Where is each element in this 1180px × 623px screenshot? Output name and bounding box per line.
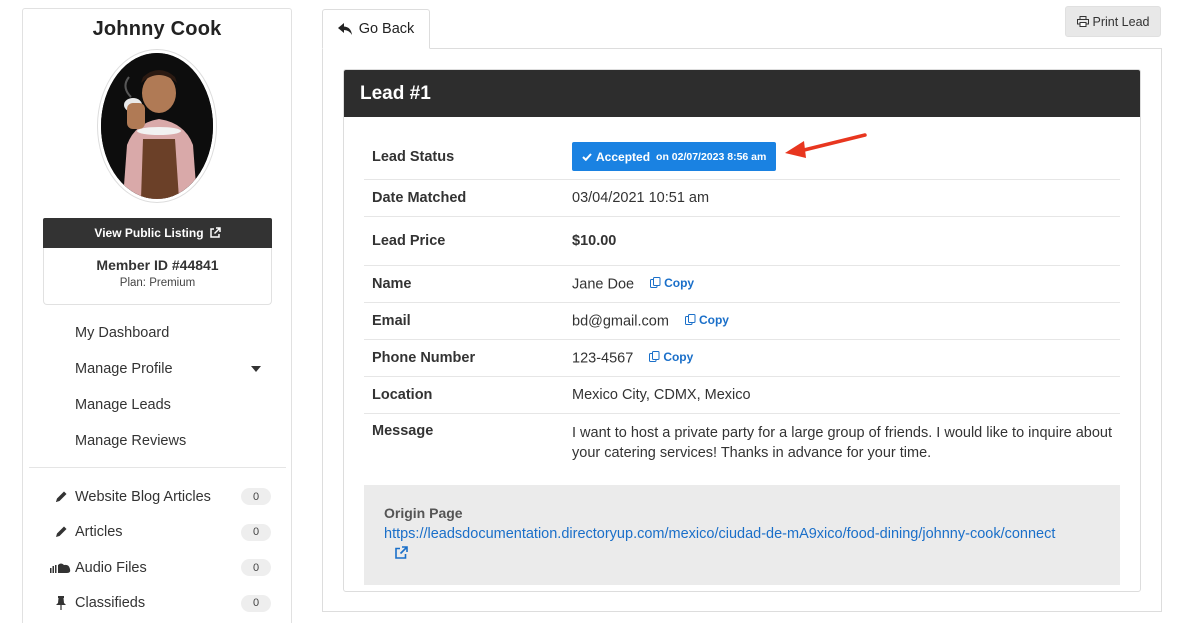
caret-down-icon	[251, 366, 261, 372]
nav-item-label: Website Blog Articles	[75, 488, 211, 505]
lead-card: Lead #1 Lead Status Accepted on 02/07/20…	[343, 69, 1141, 592]
nav-item-label: Manage Profile	[75, 361, 173, 377]
origin-page-box: Origin Page https://leadsdocumentation.d…	[364, 485, 1120, 585]
member-plan: Plan: Premium	[119, 277, 196, 289]
name-row: Name Jane Doe Copy	[364, 266, 1120, 303]
name-value-cell: Jane Doe Copy	[572, 276, 1120, 293]
nav-item-label: Manage Reviews	[75, 433, 187, 449]
nav-item-label: Classifieds	[75, 595, 146, 612]
name-label: Name	[372, 276, 412, 292]
pencil-icon	[47, 524, 75, 540]
go-back-tab[interactable]: Go Back	[322, 9, 430, 49]
email-value-cell: bd@gmail.com Copy	[572, 313, 1120, 330]
date-matched-value: 03/04/2021 10:51 am	[572, 190, 710, 206]
reply-arrow-icon	[337, 23, 352, 35]
copy-email-button[interactable]: Copy	[684, 312, 729, 327]
pencil-icon	[47, 489, 75, 505]
print-lead-button[interactable]: Print Lead	[1065, 6, 1161, 37]
member-sidebar: Johnny Cook View Public Listing Member I…	[22, 8, 292, 623]
annotation-arrow-icon	[785, 133, 867, 158]
nav-divider	[29, 467, 286, 468]
name-value: Jane Doe	[572, 276, 635, 293]
nav-item-manage-profile[interactable]: Manage Profile	[23, 351, 291, 387]
phone-label: Phone Number	[372, 350, 476, 366]
origin-page-url: https://leadsdocumentation.directoryup.c…	[384, 526, 1056, 542]
nav-item-label: Articles	[75, 524, 123, 541]
status-date: on 02/07/2023 8:56 am	[656, 150, 767, 163]
nav-item-label: My Dashboard	[75, 325, 170, 341]
nav-item-classifieds[interactable]: Classifieds 0	[23, 586, 291, 622]
copy-label: Copy	[664, 275, 695, 290]
lead-title: Lead #1	[344, 70, 1140, 117]
lead-price-label: Lead Price	[372, 233, 446, 249]
location-value: Mexico City, CDMX, Mexico	[572, 387, 751, 403]
go-back-label: Go Back	[358, 21, 415, 37]
nav-item-label: Manage Leads	[75, 397, 171, 413]
lead-status-row: Lead Status Accepted on 02/07/2023 8:56 …	[364, 134, 1120, 180]
nav-item-label: Audio Files	[75, 559, 147, 576]
message-label: Message	[372, 423, 434, 439]
message-value: I want to host a private party for a lar…	[572, 425, 1113, 461]
copy-icon	[649, 351, 660, 363]
nav-item-website-blog-articles[interactable]: Website Blog Articles 0	[23, 479, 291, 515]
check-icon	[582, 152, 592, 161]
email-row: Email bd@gmail.com Copy	[364, 303, 1120, 340]
count-badge: 0	[241, 523, 271, 541]
pin-icon	[47, 595, 75, 611]
count-badge: 0	[241, 488, 271, 505]
avatar	[101, 53, 213, 199]
count-badge: 0	[241, 594, 271, 612]
lead-status-label: Lead Status	[372, 148, 455, 165]
accepted-status-badge[interactable]: Accepted on 02/07/2023 8:56 am	[572, 142, 777, 171]
nav-item-audio-files[interactable]: Audio Files 0	[23, 550, 291, 586]
external-link-icon	[209, 227, 221, 238]
copy-icon	[650, 277, 661, 289]
location-row: Location Mexico City, CDMX, Mexico	[364, 377, 1120, 414]
phone-row: Phone Number 123-4567 Copy	[364, 340, 1120, 377]
view-public-listing-button[interactable]: View Public Listing	[43, 218, 272, 248]
profile-name: Johnny Cook	[92, 18, 222, 40]
nav-item-manage-leads[interactable]: Manage Leads	[23, 387, 291, 423]
nav-item-my-dashboard[interactable]: My Dashboard	[23, 315, 291, 351]
phone-value-cell: 123-4567 Copy	[572, 350, 1120, 367]
origin-page-link[interactable]: https://leadsdocumentation.directoryup.c…	[384, 524, 1100, 566]
message-row: Message I want to host a private party f…	[364, 414, 1120, 472]
lead-price-row: Lead Price $10.00	[364, 217, 1120, 266]
dashboard-nav: My Dashboard Manage Profile Manage Leads…	[23, 315, 291, 459]
soundcloud-icon	[47, 560, 75, 576]
copy-label: Copy	[698, 312, 729, 327]
lead-panel: Lead #1 Lead Status Accepted on 02/07/20…	[322, 48, 1162, 612]
count-badge: 0	[241, 559, 271, 576]
status-text: Accepted	[596, 149, 651, 164]
member-info-box: Member ID #44841 Plan: Premium	[43, 248, 272, 305]
origin-page-title: Origin Page	[384, 505, 463, 521]
print-icon	[1076, 16, 1089, 27]
member-id: Member ID #44841	[96, 257, 219, 273]
lead-details: Lead Status Accepted on 02/07/2023 8:56 …	[364, 134, 1120, 472]
copy-name-button[interactable]: Copy	[650, 276, 694, 290]
email-label: Email	[372, 313, 411, 329]
print-lead-label: Print Lead	[1092, 14, 1150, 29]
origin-link-icon-wrap	[384, 546, 1100, 566]
avatar-frame	[97, 49, 217, 203]
copy-label: Copy	[663, 349, 694, 364]
view-public-listing-label: View Public Listing	[94, 226, 204, 240]
email-value: bd@gmail.com	[572, 313, 669, 330]
copy-phone-button[interactable]: Copy	[649, 350, 693, 364]
copy-icon	[684, 314, 696, 326]
lead-price-value: $10.00	[572, 233, 617, 249]
location-label: Location	[372, 387, 433, 403]
date-matched-label: Date Matched	[372, 190, 467, 206]
content-nav: Website Blog Articles 0 Articles 0 Audio…	[23, 479, 291, 621]
phone-value: 123-4567	[572, 350, 634, 367]
nav-item-manage-reviews[interactable]: Manage Reviews	[23, 423, 291, 459]
external-link-icon	[395, 546, 408, 559]
date-matched-row: Date Matched 03/04/2021 10:51 am	[364, 180, 1120, 217]
nav-item-articles[interactable]: Articles 0	[23, 515, 291, 551]
